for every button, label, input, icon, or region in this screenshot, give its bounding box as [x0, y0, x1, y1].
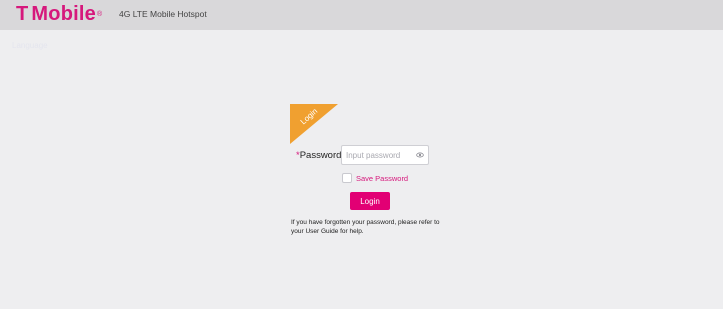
t-mobile-logo: T Mobile ® — [16, 2, 102, 26]
password-row: *Password — [294, 145, 434, 167]
login-button[interactable]: Login — [350, 192, 390, 210]
login-panel: Login *Password Save Password Login If y… — [276, 104, 446, 244]
password-field-container — [341, 145, 429, 165]
brand-t-mark: T — [16, 2, 29, 25]
language-link[interactable]: Language — [12, 41, 48, 50]
login-corner-ribbon: Login — [290, 104, 338, 144]
save-password-label[interactable]: Save Password — [356, 174, 408, 183]
forgot-password-help-text: If you have forgotten your password, ple… — [291, 219, 440, 235]
brand-name: Mobile — [31, 2, 96, 25]
password-input[interactable] — [346, 149, 416, 161]
eye-icon[interactable] — [416, 151, 424, 159]
save-password-checkbox[interactable] — [342, 173, 352, 183]
product-name: 4G LTE Mobile Hotspot — [119, 9, 207, 19]
brand-trademark: ® — [96, 10, 103, 18]
password-label-text: Password — [299, 150, 342, 161]
top-header-bar: T Mobile ® 4G LTE Mobile Hotspot — [0, 0, 723, 30]
save-password-row[interactable]: Save Password — [342, 172, 408, 184]
password-label: *Password — [296, 150, 341, 161]
